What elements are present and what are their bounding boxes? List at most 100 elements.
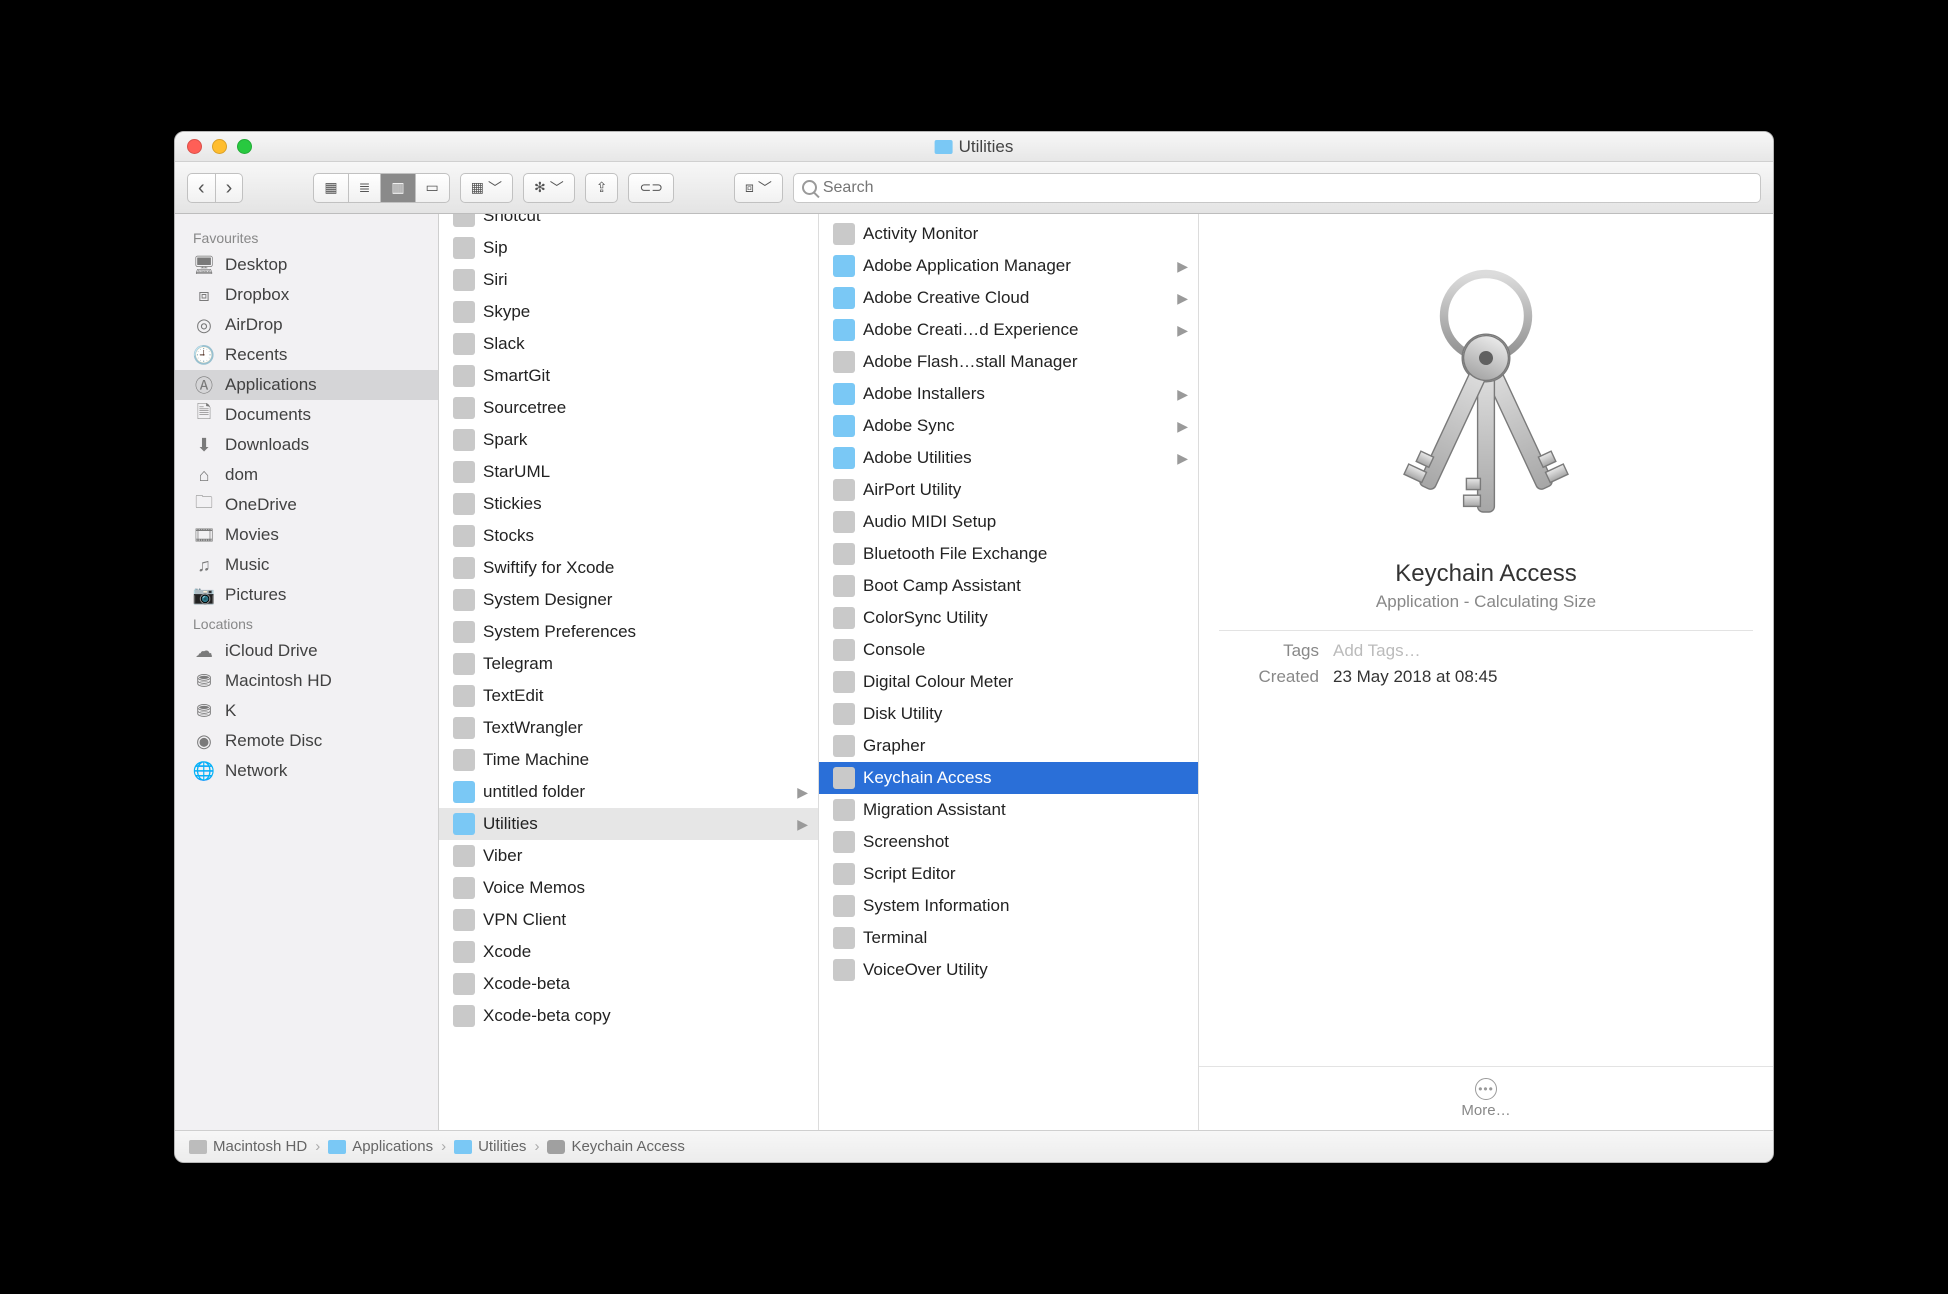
file-row[interactable]: Sourcetree xyxy=(439,392,818,424)
path-segment[interactable]: Keychain Access xyxy=(547,1138,684,1155)
file-row[interactable]: Adobe Creati…d Experience▶ xyxy=(819,314,1198,346)
downloads-icon: ⬇ xyxy=(193,436,215,454)
file-row[interactable]: Adobe Application Manager▶ xyxy=(819,250,1198,282)
file-row[interactable]: TextWrangler xyxy=(439,712,818,744)
file-row[interactable]: Migration Assistant xyxy=(819,794,1198,826)
file-row[interactable]: Keychain Access xyxy=(819,762,1198,794)
file-row[interactable]: Boot Camp Assistant xyxy=(819,570,1198,602)
file-row[interactable]: Script Editor xyxy=(819,858,1198,890)
file-row[interactable]: Console xyxy=(819,634,1198,666)
file-row[interactable]: Digital Colour Meter xyxy=(819,666,1198,698)
sidebar-item-macintosh-hd[interactable]: ⛃Macintosh HD xyxy=(175,666,438,696)
file-row[interactable]: Bluetooth File Exchange xyxy=(819,538,1198,570)
search-input[interactable] xyxy=(823,179,1752,197)
sidebar-item-downloads[interactable]: ⬇Downloads xyxy=(175,430,438,460)
app-icon xyxy=(833,735,855,757)
file-row[interactable]: Siri xyxy=(439,264,818,296)
forward-button[interactable]: › xyxy=(216,173,244,203)
file-row[interactable]: SmartGit xyxy=(439,360,818,392)
path-segment[interactable]: Applications xyxy=(328,1138,433,1155)
sidebar-item-dom[interactable]: ⌂dom xyxy=(175,460,438,490)
zoom-window-button[interactable] xyxy=(237,139,252,154)
file-label: Adobe Creative Cloud xyxy=(863,288,1029,308)
sidebar-item-applications[interactable]: ⒶApplications xyxy=(175,370,438,400)
share-button[interactable]: ⇪ xyxy=(585,173,619,203)
preview-more[interactable]: ••• More… xyxy=(1199,1066,1773,1130)
file-row[interactable]: Screenshot xyxy=(819,826,1198,858)
column-utilities[interactable]: Activity MonitorAdobe Application Manage… xyxy=(819,214,1199,1130)
file-row[interactable]: untitled folder▶ xyxy=(439,776,818,808)
file-row[interactable]: Shotcut xyxy=(439,214,818,232)
file-row[interactable]: Grapher xyxy=(819,730,1198,762)
file-row[interactable]: Xcode-beta copy xyxy=(439,1000,818,1032)
sidebar-item-airdrop[interactable]: ◎AirDrop xyxy=(175,310,438,340)
sidebar-item-dropbox[interactable]: ⧈Dropbox xyxy=(175,280,438,310)
gallery-view-button[interactable]: ▭ xyxy=(416,173,450,203)
file-row[interactable]: Sip xyxy=(439,232,818,264)
file-label: Spark xyxy=(483,430,527,450)
path-segment[interactable]: Macintosh HD xyxy=(189,1138,307,1155)
search-field-wrapper[interactable] xyxy=(793,173,1761,203)
file-row[interactable]: Adobe Creative Cloud▶ xyxy=(819,282,1198,314)
sidebar-item-documents[interactable]: 🗎Documents xyxy=(175,400,438,430)
file-row[interactable]: Skype xyxy=(439,296,818,328)
file-row[interactable]: Activity Monitor xyxy=(819,218,1198,250)
file-row[interactable]: Adobe Flash…stall Manager xyxy=(819,346,1198,378)
file-row[interactable]: Xcode-beta xyxy=(439,968,818,1000)
file-row[interactable]: Stickies xyxy=(439,488,818,520)
file-row[interactable]: Slack xyxy=(439,328,818,360)
icon-view-button[interactable]: ▦ xyxy=(313,173,348,203)
close-window-button[interactable] xyxy=(187,139,202,154)
file-row[interactable]: TextEdit xyxy=(439,680,818,712)
sidebar-item-onedrive[interactable]: 🗀OneDrive xyxy=(175,490,438,520)
file-row[interactable]: Adobe Installers▶ xyxy=(819,378,1198,410)
sidebar-item-k[interactable]: ⛃K xyxy=(175,696,438,726)
file-row[interactable]: Xcode xyxy=(439,936,818,968)
file-row[interactable]: Telegram xyxy=(439,648,818,680)
file-row[interactable]: Adobe Sync▶ xyxy=(819,410,1198,442)
tags-button[interactable]: ⊂⊃ xyxy=(628,173,673,203)
file-row[interactable]: Stocks xyxy=(439,520,818,552)
file-row[interactable]: Time Machine xyxy=(439,744,818,776)
file-label: Digital Colour Meter xyxy=(863,672,1013,692)
path-segment[interactable]: Utilities xyxy=(454,1138,526,1155)
file-label: Xcode-beta xyxy=(483,974,570,994)
minimize-window-button[interactable] xyxy=(212,139,227,154)
back-button[interactable]: ‹ xyxy=(187,173,216,203)
action-menu-button[interactable]: ✻ ﹀ xyxy=(523,173,575,203)
list-view-button[interactable]: ≣ xyxy=(349,173,382,203)
file-row[interactable]: ColorSync Utility xyxy=(819,602,1198,634)
sidebar-item-pictures[interactable]: 📷Pictures xyxy=(175,580,438,610)
sidebar-item-recents[interactable]: 🕘Recents xyxy=(175,340,438,370)
sidebar-item-remote-disc[interactable]: ◉Remote Disc xyxy=(175,726,438,756)
sidebar-item-network[interactable]: 🌐Network xyxy=(175,756,438,786)
file-row[interactable]: VPN Client xyxy=(439,904,818,936)
sidebar-item-desktop[interactable]: 🖥Desktop xyxy=(175,250,438,280)
file-row[interactable]: Swiftify for Xcode xyxy=(439,552,818,584)
column-view-button[interactable]: ▥ xyxy=(381,173,415,203)
column-applications[interactable]: ShotcutSipSiriSkypeSlackSmartGitSourcetr… xyxy=(439,214,819,1130)
sidebar-item-music[interactable]: ♫Music xyxy=(175,550,438,580)
file-row[interactable]: StarUML xyxy=(439,456,818,488)
file-row[interactable]: Spark xyxy=(439,424,818,456)
file-row[interactable]: System Designer xyxy=(439,584,818,616)
sidebar-item-icloud-drive[interactable]: ☁iCloud Drive xyxy=(175,636,438,666)
file-row[interactable]: Disk Utility xyxy=(819,698,1198,730)
folder-icon xyxy=(935,140,953,154)
sidebar-item-movies[interactable]: 🎞Movies xyxy=(175,520,438,550)
file-row[interactable]: Viber xyxy=(439,840,818,872)
file-label: Xcode-beta copy xyxy=(483,1006,611,1026)
file-row[interactable]: Audio MIDI Setup xyxy=(819,506,1198,538)
file-row[interactable]: System Information xyxy=(819,890,1198,922)
file-row[interactable]: Adobe Utilities▶ xyxy=(819,442,1198,474)
dropbox-menu-button[interactable]: ⧈ ﹀ xyxy=(734,173,783,203)
file-row[interactable]: Utilities▶ xyxy=(439,808,818,840)
file-row[interactable]: Terminal xyxy=(819,922,1198,954)
file-row[interactable]: System Preferences xyxy=(439,616,818,648)
file-row[interactable]: Voice Memos xyxy=(439,872,818,904)
arrange-menu-button[interactable]: ▦ ﹀ xyxy=(460,173,513,203)
tags-field[interactable]: Add Tags… xyxy=(1333,641,1753,661)
file-row[interactable]: VoiceOver Utility xyxy=(819,954,1198,986)
file-row[interactable]: AirPort Utility xyxy=(819,474,1198,506)
hd-icon: ⛃ xyxy=(193,702,215,720)
